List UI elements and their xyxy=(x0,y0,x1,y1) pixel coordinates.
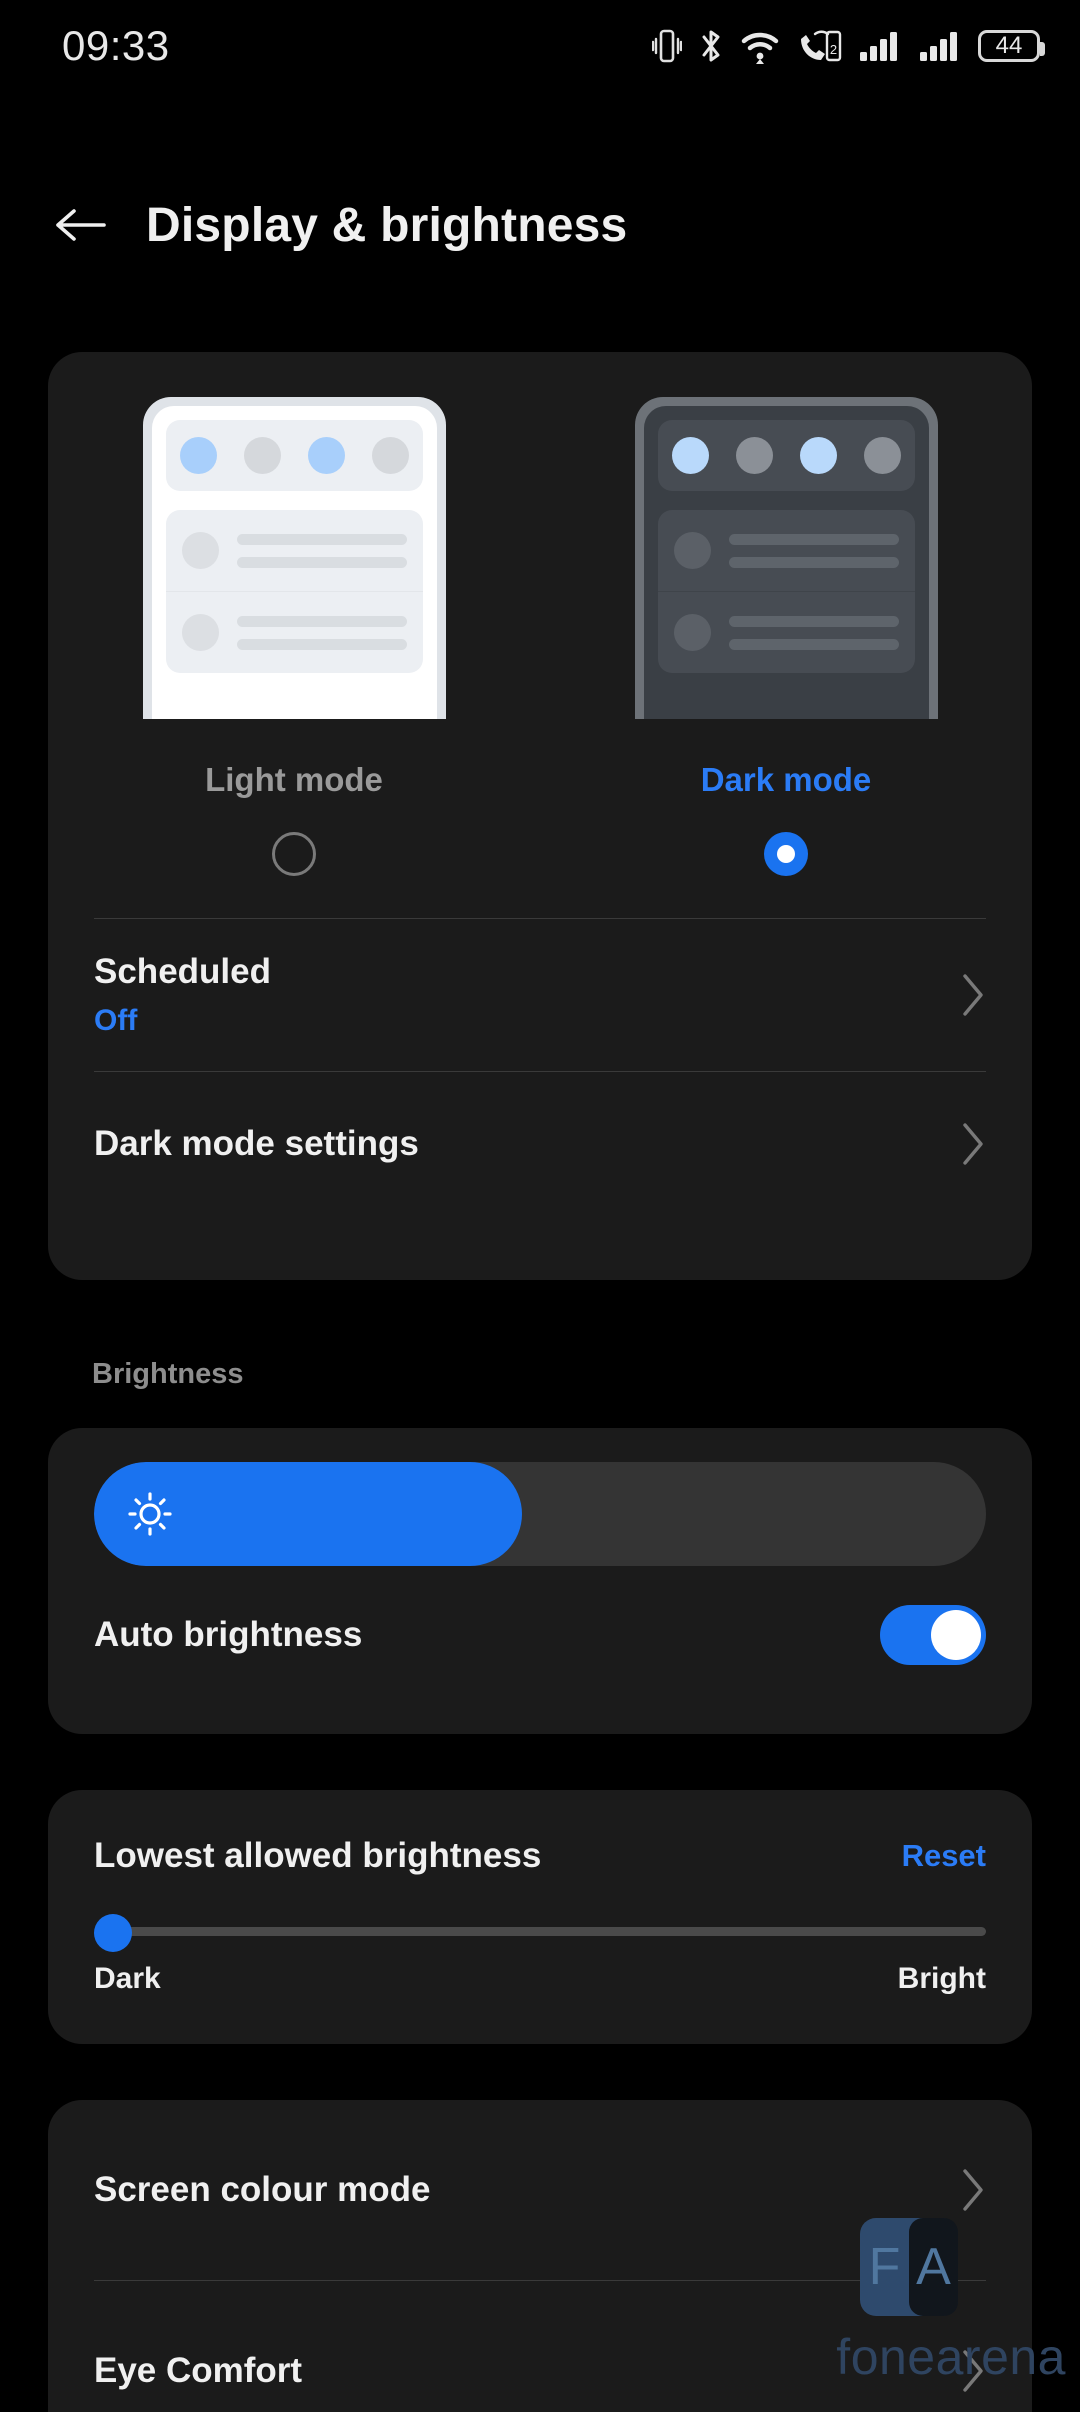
call-sim-icon: 2 xyxy=(801,30,842,62)
slider-thumb[interactable] xyxy=(94,1914,132,1952)
brightness-slider-fill xyxy=(94,1462,523,1566)
wifi-icon xyxy=(741,32,779,64)
brightness-card: Auto brightness xyxy=(48,1428,1032,1734)
battery-icon: 44 xyxy=(978,30,1045,62)
dark-mode-settings-title: Dark mode settings xyxy=(94,1124,419,1163)
theme-options: Light mode Dark mode xyxy=(48,352,1032,876)
bluetooth-icon xyxy=(702,30,720,62)
eye-comfort-row[interactable]: Eye Comfort xyxy=(48,2281,1032,2412)
lowest-brightness-title: Lowest allowed brightness xyxy=(94,1836,542,1875)
slider-track xyxy=(116,1927,986,1936)
auto-brightness-row[interactable]: Auto brightness xyxy=(48,1566,1032,1704)
reset-button[interactable]: Reset xyxy=(902,1838,986,1874)
status-bar: 09:33 2 44 xyxy=(0,0,1080,92)
vibrate-icon xyxy=(652,29,682,63)
svg-text:2: 2 xyxy=(830,42,837,57)
lowest-brightness-slider[interactable] xyxy=(94,1914,986,1952)
screen-colour-mode-row[interactable]: Screen colour mode xyxy=(48,2100,1032,2280)
screen-options-card: Screen colour mode Eye Comfort xyxy=(48,2100,1032,2412)
slider-min-label: Dark xyxy=(94,1962,161,1995)
chevron-right-icon xyxy=(963,2169,983,2211)
dark-mode-option[interactable]: Dark mode xyxy=(540,397,1032,876)
sun-icon xyxy=(128,1492,172,1536)
dark-mode-label: Dark mode xyxy=(700,761,872,798)
chevron-right-icon xyxy=(963,1123,983,1165)
brightness-section-label: Brightness xyxy=(92,1358,244,1390)
slider-max-label: Bright xyxy=(897,1962,986,1995)
chevron-right-icon xyxy=(963,974,983,1016)
back-arrow-icon[interactable] xyxy=(52,197,108,253)
auto-brightness-label: Auto brightness xyxy=(94,1615,363,1654)
signal-sim2-icon xyxy=(920,32,957,61)
brightness-slider[interactable] xyxy=(94,1462,986,1566)
status-icons: 2 44 xyxy=(652,27,1045,65)
light-mode-preview xyxy=(142,397,446,719)
scheduled-value: Off xyxy=(94,1004,138,1037)
dark-mode-preview xyxy=(634,397,938,719)
eye-comfort-title: Eye Comfort xyxy=(94,2351,303,2390)
light-mode-label: Light mode xyxy=(205,761,383,798)
app-header: Display & brightness xyxy=(0,170,1080,280)
lowest-brightness-card: Lowest allowed brightness Reset Dark Bri… xyxy=(48,1790,1032,2044)
battery-percent-label: 44 xyxy=(995,32,1023,59)
theme-card: Light mode Dark mode Scheduled Off Dark … xyxy=(48,352,1032,1280)
dark-mode-radio[interactable] xyxy=(764,832,808,876)
dark-mode-settings-row[interactable]: Dark mode settings xyxy=(48,1072,1032,1216)
screen-colour-mode-title: Screen colour mode xyxy=(94,2170,431,2209)
chevron-right-icon xyxy=(963,2350,983,2392)
status-clock: 09:33 xyxy=(62,22,170,69)
auto-brightness-toggle[interactable] xyxy=(880,1605,986,1665)
scheduled-title: Scheduled xyxy=(94,952,271,991)
signal-sim1-icon xyxy=(860,32,897,61)
light-mode-option[interactable]: Light mode xyxy=(48,397,540,876)
scheduled-row[interactable]: Scheduled Off xyxy=(48,919,1032,1071)
page-title: Display & brightness xyxy=(146,198,628,252)
light-mode-radio[interactable] xyxy=(272,832,316,876)
